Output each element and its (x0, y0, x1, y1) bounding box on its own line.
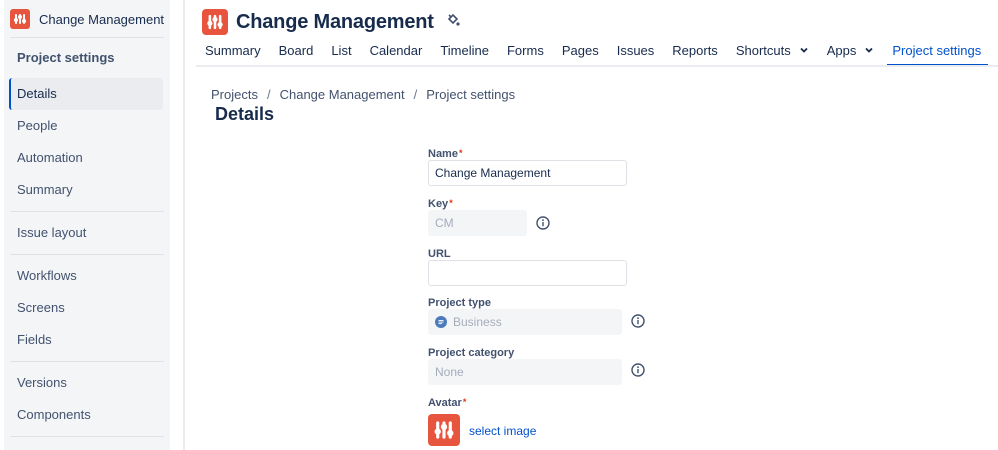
sidebar-item-issue-layout[interactable]: Issue layout (9, 217, 163, 249)
chevron-down-icon (799, 42, 809, 60)
info-icon[interactable] (631, 363, 645, 377)
sidebar-divider (10, 254, 164, 255)
page-title: Details (215, 104, 275, 124)
paint-bucket-icon[interactable] (446, 13, 460, 32)
tab-forms[interactable]: Forms (498, 42, 553, 64)
tab-apps-label: Apps (826, 43, 857, 58)
sidebar-project-header[interactable]: Change Management (10, 9, 164, 29)
info-icon[interactable] (631, 314, 645, 328)
sidebar-item-fields[interactable]: Fields (9, 324, 163, 356)
info-icon[interactable] (536, 216, 550, 230)
tab-shortcuts[interactable]: Shortcuts (727, 42, 818, 64)
key-input: CM (428, 210, 527, 236)
project-avatar[interactable] (428, 414, 460, 446)
project-type-value: Business (453, 315, 502, 329)
sidebar: Change Management Project settings Detai… (4, 0, 170, 450)
project-title: Change Management (236, 10, 434, 33)
name-label-text: Name (428, 148, 458, 160)
avatar-label: Avatar* (428, 397, 466, 409)
sidebar-divider (10, 37, 164, 38)
tab-pages[interactable]: Pages (553, 42, 608, 64)
breadcrumb-project[interactable]: Change Management (280, 87, 405, 102)
breadcrumb-separator: / (413, 87, 418, 102)
sidebar-item-details[interactable]: Details (9, 78, 163, 110)
project-category-select: None (428, 359, 622, 385)
breadcrumb-separator: / (266, 87, 271, 102)
sidebar-item-versions[interactable]: Versions (9, 367, 163, 399)
sidebar-project-name: Change Management (39, 11, 165, 27)
name-input[interactable]: Change Management (428, 160, 627, 186)
chevron-down-icon (864, 42, 874, 60)
project-header: Change Management (202, 9, 460, 35)
sidebar-divider (10, 211, 164, 212)
business-icon (435, 316, 447, 328)
tab-board[interactable]: Board (270, 42, 323, 64)
sidebar-heading: Project settings (17, 50, 115, 65)
sidebar-item-people[interactable]: People (9, 110, 163, 142)
project-logo-icon (10, 9, 30, 29)
project-tabs: Summary Board List Calendar Timeline For… (196, 42, 990, 66)
tab-shortcuts-label: Shortcuts (735, 43, 791, 58)
tab-timeline[interactable]: Timeline (431, 42, 498, 64)
url-input[interactable] (428, 260, 627, 286)
tab-issues[interactable]: Issues (608, 42, 664, 64)
breadcrumb-projects[interactable]: Projects (211, 87, 258, 102)
project-type-select: Business (428, 309, 622, 335)
required-marker: * (458, 148, 463, 158)
tab-list[interactable]: List (322, 42, 360, 64)
sidebar-divider (10, 361, 164, 362)
sidebar-item-workflows[interactable]: Workflows (9, 260, 163, 292)
url-label: URL (428, 248, 451, 260)
required-marker: * (449, 198, 453, 208)
tab-summary[interactable]: Summary (196, 42, 270, 64)
required-marker: * (462, 397, 467, 407)
tab-calendar[interactable]: Calendar (361, 42, 432, 64)
tab-project-settings[interactable]: Project settings (883, 42, 990, 66)
key-label: Key* (428, 198, 453, 210)
sidebar-item-automation[interactable]: Automation (9, 142, 163, 174)
project-logo-icon (202, 9, 228, 35)
tab-reports[interactable]: Reports (663, 42, 727, 64)
sidebar-divider (10, 436, 164, 437)
breadcrumb: Projects / Change Management / Project s… (211, 87, 515, 102)
tabs-divider (196, 65, 998, 67)
project-category-label: Project category (428, 347, 515, 359)
select-image-link[interactable]: select image (469, 424, 536, 438)
key-label-text: Key (428, 198, 449, 210)
sidebar-item-screens[interactable]: Screens (9, 292, 163, 324)
tab-apps[interactable]: Apps (818, 42, 884, 64)
sidebar-item-components[interactable]: Components (9, 399, 163, 431)
project-type-label: Project type (428, 297, 491, 309)
breadcrumb-settings[interactable]: Project settings (426, 87, 515, 102)
name-label: Name* (428, 148, 462, 160)
avatar-label-text: Avatar (428, 397, 462, 409)
sidebar-resize-handle[interactable] (183, 0, 185, 450)
sidebar-item-summary[interactable]: Summary (9, 174, 163, 206)
